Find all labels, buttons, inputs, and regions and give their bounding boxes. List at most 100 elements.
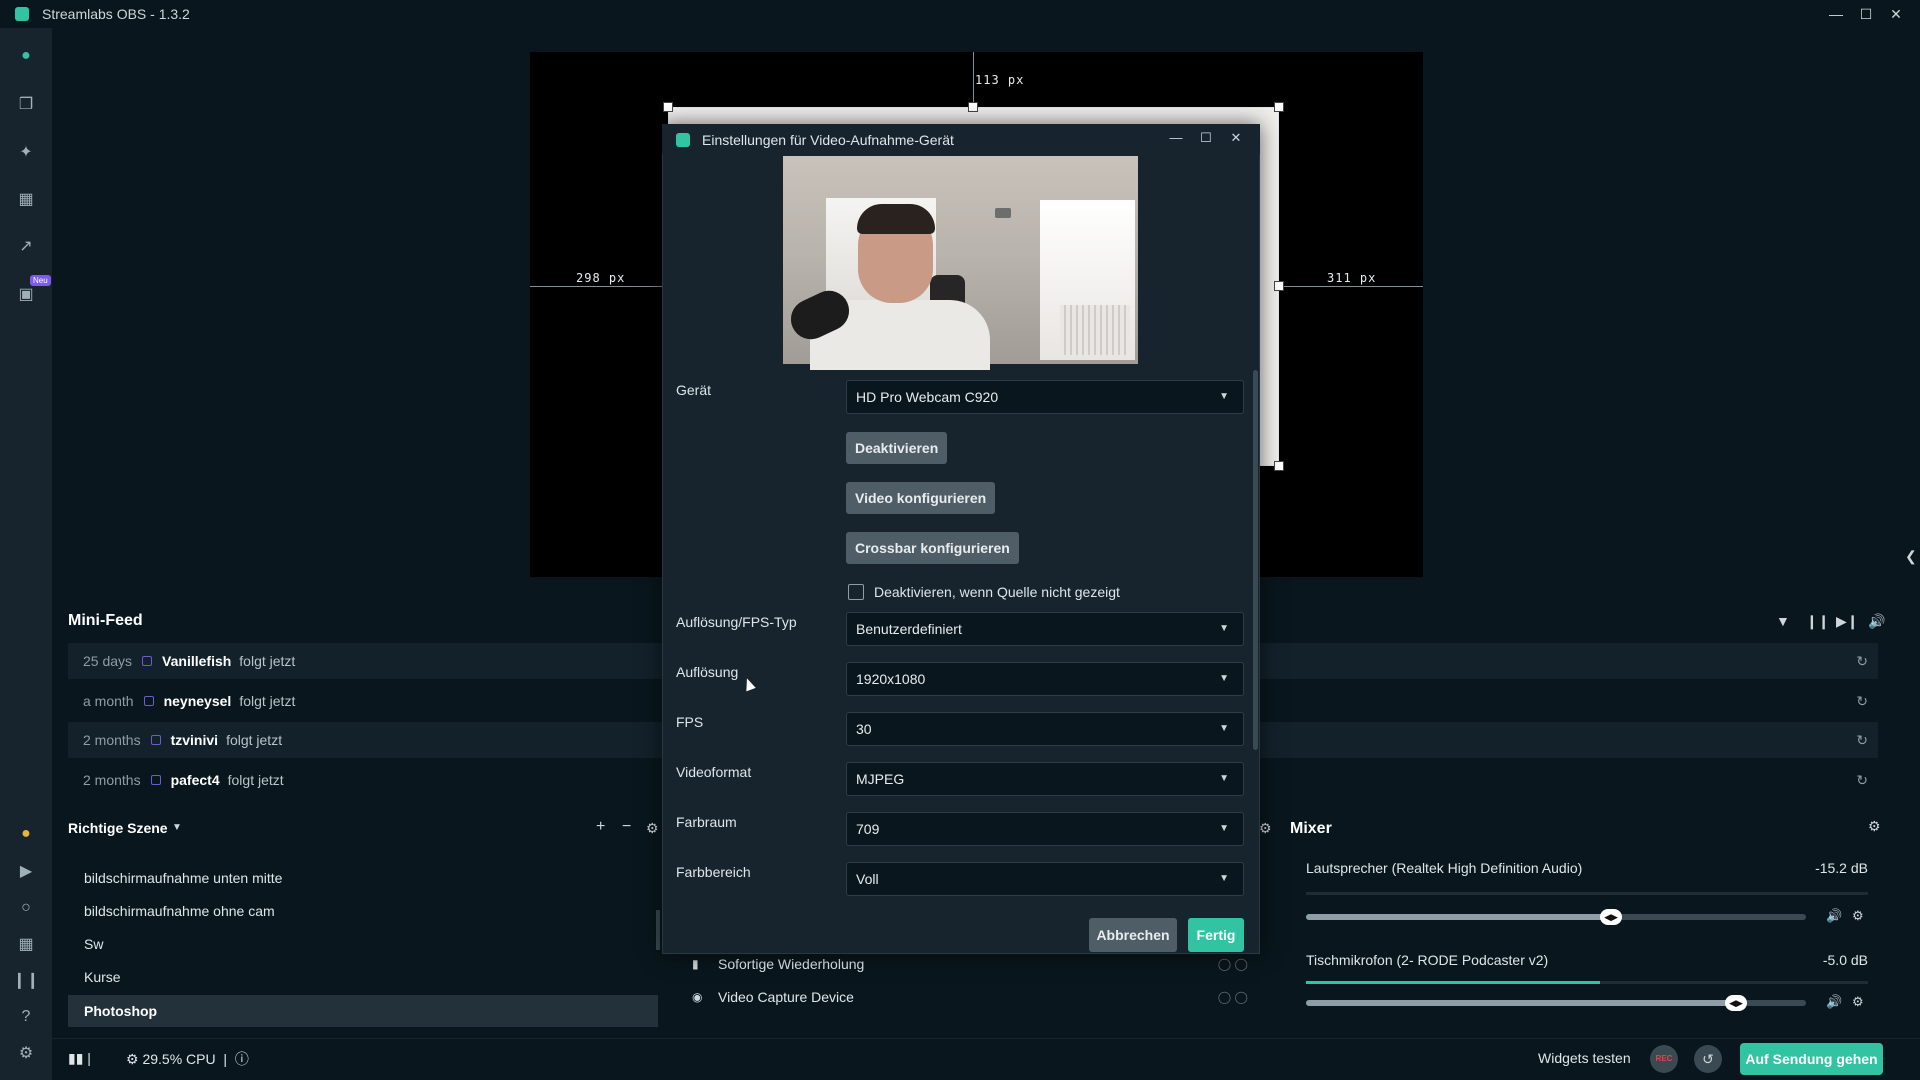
feed-time: 25 days — [83, 653, 133, 669]
color-space-select[interactable]: 709 ▼ — [846, 812, 1244, 846]
res-fps-type-select[interactable]: Benutzerdefiniert ▼ — [846, 612, 1244, 646]
replay-icon: ▮ — [692, 957, 699, 971]
volume-icon[interactable]: 🔊 — [1826, 994, 1842, 1010]
video-format-value: MJPEG — [856, 771, 905, 787]
color-space-label: Farbraum — [676, 814, 737, 830]
chevron-down-icon[interactable]: ▼ — [172, 822, 182, 833]
volume-slider-fill — [1306, 1000, 1736, 1006]
go-live-button[interactable]: Auf Sendung gehen — [1740, 1043, 1883, 1075]
fps-value: 30 — [856, 721, 872, 737]
grid-icon[interactable]: ▦ — [14, 932, 38, 956]
video-format-select[interactable]: MJPEG ▼ — [846, 762, 1244, 796]
remove-icon[interactable]: − — [622, 818, 631, 836]
dialog-scrollbar[interactable] — [1253, 370, 1258, 750]
scenes-scrollbar[interactable] — [656, 910, 660, 950]
chat-icon[interactable]: ○ — [14, 896, 38, 920]
info-icon[interactable]: ⓘ — [235, 1051, 249, 1067]
preview-radiator — [1060, 305, 1130, 355]
resize-handle[interactable] — [1274, 102, 1284, 112]
feed-user: pafect4 — [170, 772, 220, 788]
scene-collection-title[interactable]: Richtige Szene — [68, 820, 168, 836]
repeat-icon[interactable]: ↻ — [1856, 653, 1868, 670]
store-icon[interactable]: ▦ — [14, 187, 38, 211]
configure-crossbar-button[interactable]: Crossbar konfigurieren — [846, 532, 1019, 564]
webcam-icon: ◉ — [692, 990, 703, 1004]
resize-handle[interactable] — [663, 102, 673, 112]
deactivate-button[interactable]: Deaktivieren — [846, 432, 948, 464]
gear-icon[interactable]: ⚙ — [1852, 994, 1864, 1010]
chevron-left-icon[interactable]: ❮ — [1905, 548, 1917, 565]
gear-icon[interactable]: ⚙ — [1852, 908, 1864, 924]
chevron-down-icon: ▼ — [1219, 773, 1229, 784]
scene-item-selected[interactable]: Photoshop — [68, 995, 658, 1027]
scene-item[interactable]: Kurse — [68, 961, 658, 993]
camera-icon[interactable]: ● — [14, 44, 38, 68]
minimize-icon[interactable]: — — [1826, 4, 1846, 24]
mixer-channel-name: Lautsprecher (Realtek High Definition Au… — [1306, 860, 1583, 876]
fps-select[interactable]: 30 ▼ — [846, 712, 1244, 746]
color-range-label: Farbbereich — [676, 864, 751, 880]
chevron-down-icon: ▼ — [1219, 823, 1229, 834]
resolution-value: 1920x1080 — [856, 671, 926, 687]
gear-icon[interactable]: ⚙ — [1868, 818, 1881, 835]
repeat-icon[interactable]: ↻ — [1856, 732, 1868, 749]
checkbox-label[interactable]: Deaktivieren, wenn Quelle nicht gezeigt — [874, 584, 1120, 600]
feed-action: folgt jetzt — [239, 653, 296, 669]
device-select[interactable]: HD Pro Webcam C920 ▼ — [846, 380, 1244, 414]
volume-slider-knob[interactable]: ◀▶ — [1600, 909, 1622, 925]
stats-icon[interactable]: ▮▮ | — [68, 1050, 91, 1067]
volume-icon[interactable]: 🔊 — [1868, 613, 1885, 630]
scene-item[interactable]: bildschirmaufnahme ohne cam — [68, 895, 658, 927]
gear-icon[interactable]: ⚙ — [1259, 820, 1272, 837]
cancel-button[interactable]: Abbrechen — [1089, 918, 1177, 952]
deactivate-when-hidden-checkbox[interactable] — [848, 584, 864, 600]
done-button[interactable]: Fertig — [1188, 918, 1244, 952]
help-icon[interactable]: ? — [14, 1005, 38, 1029]
maximize-icon[interactable]: ☐ — [1196, 128, 1216, 148]
color-range-value: Voll — [856, 871, 879, 887]
replay-buffer-icon[interactable]: ↺ — [1694, 1045, 1722, 1073]
chart-icon[interactable]: ↗ — [14, 234, 38, 258]
gear-icon[interactable]: ⚙ — [646, 820, 659, 837]
resize-handle[interactable] — [1274, 461, 1284, 471]
record-button[interactable]: REC — [1650, 1045, 1678, 1073]
tools-icon[interactable]: ✦ — [14, 140, 38, 164]
filter-icon[interactable]: ▼ — [1776, 613, 1790, 629]
lock-icon[interactable]: ◯ ◯ — [1218, 990, 1248, 1004]
minimize-icon[interactable]: — — [1166, 128, 1186, 148]
volume-icon[interactable]: 🔊 — [1826, 908, 1842, 924]
settings-icon[interactable]: ⚙ — [14, 1041, 38, 1065]
window-title: Streamlabs OBS - 1.3.2 — [42, 6, 190, 22]
feed-time: 2 months — [83, 732, 141, 748]
fps-label: FPS — [676, 714, 704, 730]
widgets-test-button[interactable]: Widgets testen — [1538, 1050, 1631, 1066]
pause-icon[interactable]: ❙❙ — [1806, 613, 1829, 630]
volume-slider-knob[interactable]: ◀▶ — [1725, 995, 1747, 1011]
prime-icon[interactable]: ● — [14, 822, 38, 846]
copy-icon[interactable]: ❒ — [14, 92, 38, 116]
repeat-icon[interactable]: ↻ — [1856, 772, 1868, 789]
maximize-icon[interactable]: ☐ — [1856, 4, 1876, 24]
skip-icon[interactable]: ▶❙ — [1836, 613, 1859, 630]
resize-handle[interactable] — [1274, 281, 1284, 291]
close-icon[interactable]: ✕ — [1226, 128, 1246, 148]
close-icon[interactable]: ✕ — [1886, 4, 1906, 24]
scene-item[interactable]: Sw — [68, 928, 658, 960]
color-range-select[interactable]: Voll ▼ — [846, 862, 1244, 896]
cpu-value: 29.5% CPU — [142, 1051, 216, 1067]
twitch-icon — [142, 656, 153, 666]
resize-handle[interactable] — [968, 102, 978, 112]
repeat-icon[interactable]: ↻ — [1856, 693, 1868, 710]
scene-item[interactable]: bildschirmaufnahme unten mitte — [68, 862, 658, 894]
studio-icon[interactable]: ❙❙ — [13, 968, 40, 992]
mixer-title: Mixer — [1290, 820, 1332, 837]
add-icon[interactable]: + — [596, 818, 605, 836]
resolution-select[interactable]: 1920x1080 ▼ — [846, 662, 1244, 696]
configure-video-button[interactable]: Video konfigurieren — [846, 482, 996, 514]
lock-icon[interactable]: ◯ ◯ — [1218, 957, 1248, 971]
audio-meter — [1306, 892, 1868, 895]
source-item[interactable]: ◉ Video Capture Device ◯ ◯ — [680, 982, 1260, 1012]
play-icon[interactable]: ▶ — [14, 859, 38, 883]
guide-line-right — [1279, 286, 1423, 287]
feed-action: folgt jetzt — [239, 693, 296, 709]
